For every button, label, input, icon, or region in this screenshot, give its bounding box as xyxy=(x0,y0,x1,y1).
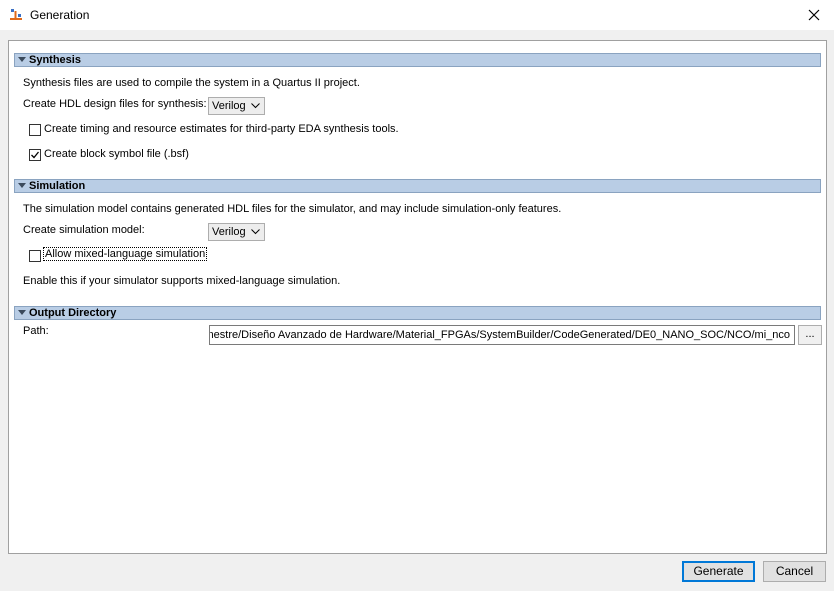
chevron-down-icon xyxy=(251,103,260,109)
simulation-model-value: Verilog xyxy=(212,226,246,238)
timing-estimates-checkbox[interactable] xyxy=(29,124,41,136)
simulation-section-header[interactable]: Simulation xyxy=(14,179,821,193)
timing-estimates-label: Create timing and resource estimates for… xyxy=(44,123,399,135)
mixed-language-label: Allow mixed-language simulation xyxy=(42,247,208,261)
collapse-triangle-icon xyxy=(18,183,26,188)
path-label: Path: xyxy=(23,325,49,337)
hdl-synthesis-value: Verilog xyxy=(212,100,246,112)
close-icon xyxy=(808,9,820,21)
window-title: Generation xyxy=(30,8,90,22)
output-path-input[interactable]: Semestre/Diseño Avanzado de Hardware/Mat… xyxy=(209,325,795,345)
synthesis-description: Synthesis files are used to compile the … xyxy=(23,77,360,89)
synthesis-section-title: Synthesis xyxy=(29,54,81,66)
simulation-description: The simulation model contains generated … xyxy=(23,203,562,215)
block-symbol-checkbox[interactable] xyxy=(29,149,41,161)
synthesis-section-header[interactable]: Synthesis xyxy=(14,53,821,67)
title-bar: Generation xyxy=(0,0,834,30)
mixed-language-hint: Enable this if your simulator supports m… xyxy=(23,275,341,287)
checkmark-icon xyxy=(31,151,40,159)
output-section-title: Output Directory xyxy=(29,307,117,319)
simulation-section-title: Simulation xyxy=(29,180,86,192)
browse-button[interactable]: ... xyxy=(798,325,822,345)
hdl-synthesis-label: Create HDL design files for synthesis: xyxy=(23,98,207,110)
simulation-model-label: Create simulation model: xyxy=(23,224,145,236)
block-symbol-label: Create block symbol file (.bsf) xyxy=(44,148,189,160)
close-button[interactable] xyxy=(794,0,834,30)
generation-panel: Synthesis Synthesis files are used to co… xyxy=(8,40,827,554)
generate-button[interactable]: Generate xyxy=(682,561,755,582)
output-section-header[interactable]: Output Directory xyxy=(14,306,821,320)
mixed-language-checkbox[interactable] xyxy=(29,250,41,262)
simulation-model-select[interactable]: Verilog xyxy=(208,223,265,241)
chevron-down-icon xyxy=(251,229,260,235)
output-path-value: Semestre/Diseño Avanzado de Hardware/Mat… xyxy=(209,329,790,341)
cancel-button[interactable]: Cancel xyxy=(763,561,826,582)
collapse-triangle-icon xyxy=(18,310,26,315)
app-icon xyxy=(10,9,22,20)
hdl-synthesis-select[interactable]: Verilog xyxy=(208,97,265,115)
collapse-triangle-icon xyxy=(18,57,26,62)
